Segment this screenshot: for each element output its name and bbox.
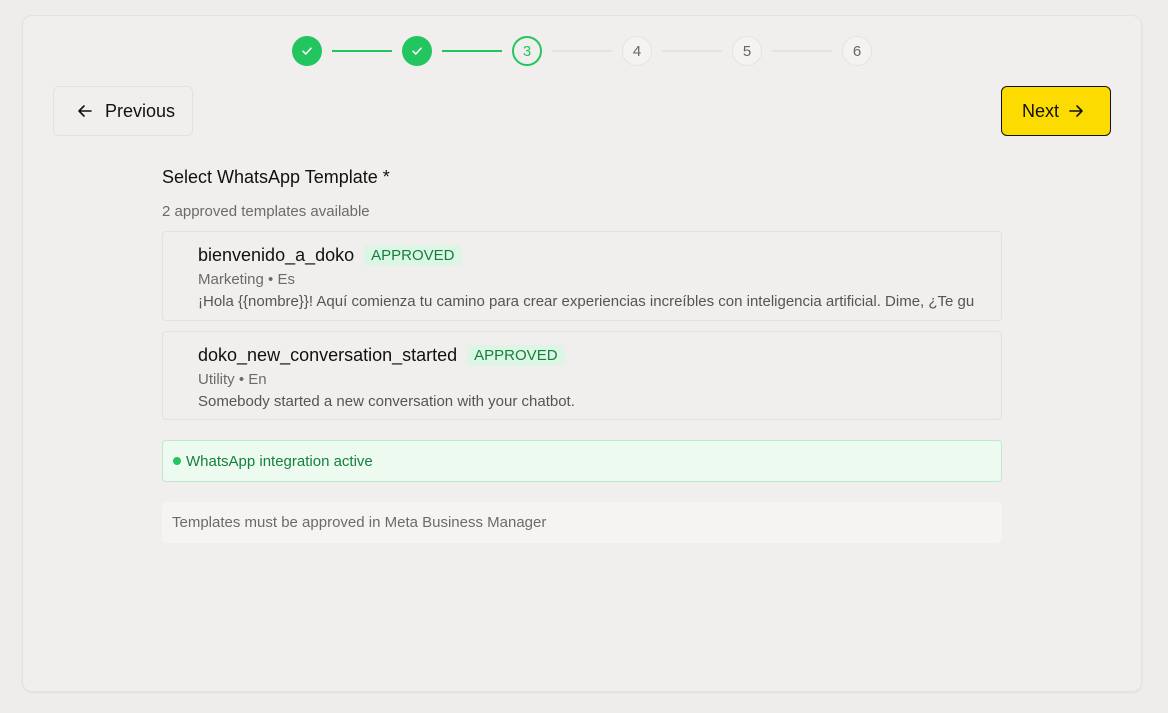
arrow-right-icon (1069, 105, 1083, 117)
previous-button[interactable]: Previous (53, 86, 193, 136)
next-button[interactable]: Next (1001, 86, 1111, 136)
template-body-preview: Somebody started a new conversation with… (198, 393, 575, 410)
previous-label: Previous (105, 100, 176, 121)
stepper: 3 4 5 6 (292, 36, 872, 66)
template-option-bienvenido[interactable]: bienvenido_a_doko APPROVED Marketing • E… (162, 231, 1002, 321)
info-note: Templates must be approved in Meta Busin… (162, 502, 1002, 543)
template-name: bienvenido_a_doko (198, 244, 355, 265)
step-connector (332, 50, 392, 52)
step-4[interactable]: 4 (622, 36, 652, 66)
template-meta: Marketing • Es (198, 271, 295, 288)
step-5[interactable]: 5 (732, 36, 762, 66)
template-option-new-conversation[interactable]: doko_new_conversation_started APPROVED U… (162, 331, 1002, 420)
next-label: Next (1022, 100, 1060, 121)
step-6[interactable]: 6 (842, 36, 872, 66)
template-body-preview: ¡Hola {{nombre}}! Aquí comienza tu camin… (198, 293, 975, 310)
step-connector (662, 50, 722, 52)
check-icon (302, 47, 312, 55)
status-dot-icon (173, 457, 181, 465)
check-icon (412, 47, 422, 55)
step-connector (442, 50, 502, 52)
template-name: doko_new_conversation_started (198, 344, 458, 365)
step-1-complete[interactable] (292, 36, 322, 66)
status-badge: APPROVED (364, 244, 462, 266)
arrow-left-icon (78, 105, 92, 117)
info-note-text: Templates must be approved in Meta Busin… (172, 514, 547, 531)
template-section-title: Select WhatsApp Template * (162, 167, 390, 187)
step-connector (772, 50, 832, 52)
step-connector (552, 50, 612, 52)
step-3-current[interactable]: 3 (512, 36, 542, 66)
integration-status: WhatsApp integration active (162, 440, 1002, 482)
step-2-complete[interactable] (402, 36, 432, 66)
status-badge: APPROVED (467, 344, 565, 366)
template-meta: Utility • En (198, 371, 267, 388)
template-count: 2 approved templates available (162, 203, 370, 220)
integration-status-text: WhatsApp integration active (186, 452, 373, 470)
